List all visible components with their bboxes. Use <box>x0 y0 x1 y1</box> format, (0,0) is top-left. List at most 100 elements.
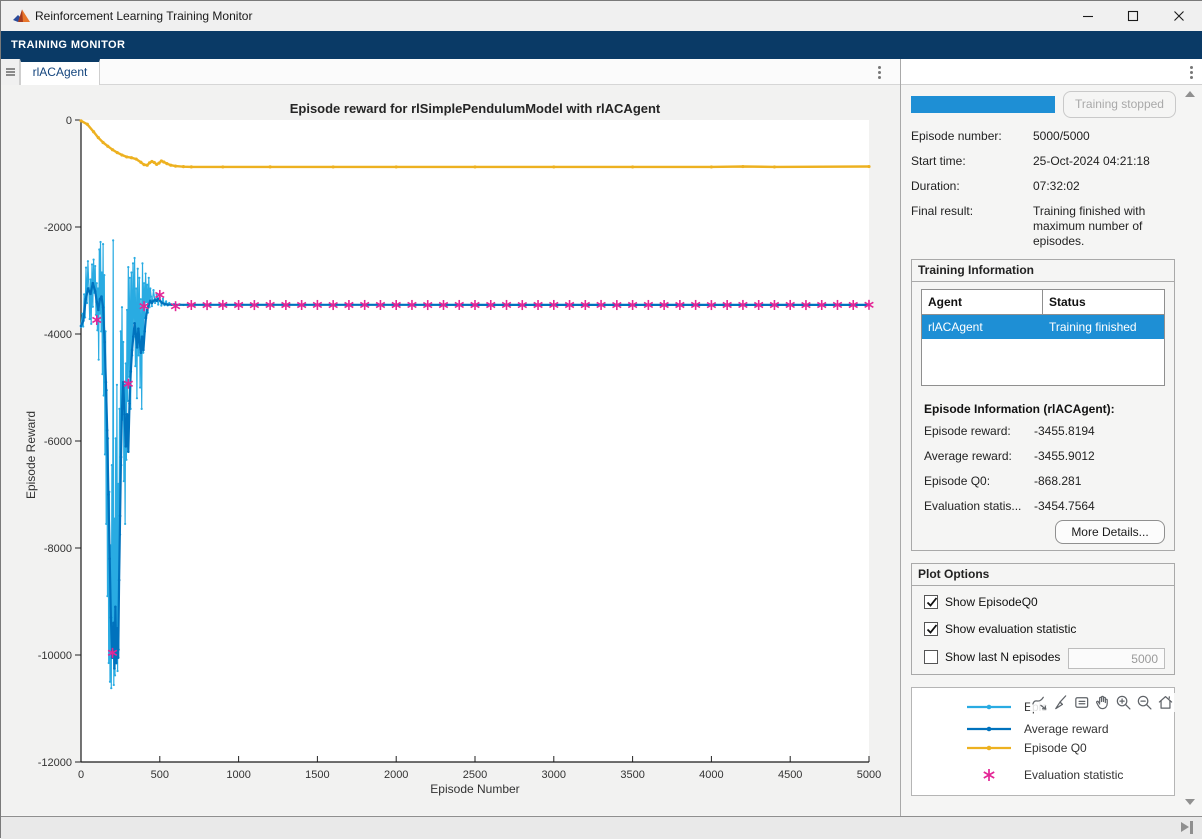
average-reward-value: -3455.9012 <box>1034 449 1095 463</box>
table-row[interactable]: rlACAgent Training finished <box>922 315 1164 339</box>
show-episodeq0-option[interactable]: Show EpisodeQ0 <box>924 595 1038 609</box>
average-reward-line-sample <box>965 720 1013 738</box>
tab-rlacagent[interactable]: rlACAgent <box>20 59 100 85</box>
show-episodeq0-label: Show EpisodeQ0 <box>945 595 1038 609</box>
chart-ylabel: Episode Reward <box>24 395 38 515</box>
svg-text:0: 0 <box>66 115 72 127</box>
final-result-value: Training finished with maximum number of… <box>1033 204 1183 249</box>
chart-xlabel: Episode Number <box>81 782 869 796</box>
svg-text:1000: 1000 <box>226 769 250 781</box>
zoom-in-icon[interactable] <box>1114 693 1133 712</box>
tab-list-icon <box>6 67 15 78</box>
datatips-icon[interactable] <box>1072 693 1091 712</box>
evaluation-statistic-marker-sample <box>965 766 1013 784</box>
toolstrip: TRAINING MONITOR <box>1 31 1202 59</box>
show-evaluation-statistic-checkbox[interactable] <box>924 622 938 636</box>
scroll-up-icon[interactable] <box>1185 91 1195 97</box>
scroll-down-icon[interactable] <box>1185 799 1195 805</box>
agent-cell: rlACAgent <box>922 315 1043 339</box>
minimize-button[interactable] <box>1071 1 1105 31</box>
window-title: Reinforcement Learning Training Monitor <box>35 1 252 31</box>
agent-column-header: Agent <box>922 290 1043 314</box>
legend-panel: Epis Average reward Episode Q0 Evaluatio… <box>911 687 1175 796</box>
status-column-header: Status <box>1043 290 1164 314</box>
svg-text:-4000: -4000 <box>44 329 72 341</box>
close-button[interactable] <box>1162 1 1196 31</box>
plot-options-section: Plot Options Show EpisodeQ0 Show evaluat… <box>911 563 1175 675</box>
final-result-label: Final result: <box>911 204 973 218</box>
chart-title: Episode reward for rlSimplePendulumModel… <box>81 101 869 116</box>
svg-text:-10000: -10000 <box>38 650 72 662</box>
last-n-episodes-input[interactable] <box>1068 648 1165 669</box>
show-last-n-episodes-label: Show last N episodes <box>945 650 1060 664</box>
status-cell: Training finished <box>1043 315 1164 339</box>
svg-text:-6000: -6000 <box>44 436 72 448</box>
axes-toolbar <box>1030 693 1175 712</box>
svg-text:3500: 3500 <box>620 769 644 781</box>
tab-list-button[interactable] <box>1 59 20 85</box>
svg-text:500: 500 <box>151 769 169 781</box>
pan-icon[interactable] <box>1093 693 1112 712</box>
episode-q0-legend-label: Episode Q0 <box>1024 741 1087 755</box>
episode-q0-label: Episode Q0: <box>924 474 1036 488</box>
chart-panel: 0 500 1000 1500 2000 2500 3000 3500 4000 4500 5000… <box>1 85 900 815</box>
zoom-out-icon[interactable] <box>1135 693 1154 712</box>
toolstrip-tab-training-monitor[interactable]: TRAINING MONITOR <box>11 31 125 59</box>
more-details-button[interactable]: More Details... <box>1055 520 1165 544</box>
table-header-row: Agent Status <box>922 290 1164 315</box>
agent-status-table: Agent Status rlACAgent Training finished <box>921 289 1165 386</box>
average-reward-legend-label: Average reward <box>1024 722 1109 736</box>
evaluation-statistic-legend-label: Evaluation statistic <box>1024 768 1123 782</box>
svg-text:-8000: -8000 <box>44 543 72 555</box>
show-last-n-episodes-option[interactable]: Show last N episodes <box>924 650 1060 664</box>
svg-text:3000: 3000 <box>542 769 566 781</box>
brush-icon[interactable] <box>1051 693 1070 712</box>
document-tab-strip <box>1 59 900 85</box>
show-evaluation-statistic-option[interactable]: Show evaluation statistic <box>924 622 1076 636</box>
evaluation-statistic-label: Evaluation statis... <box>924 499 1036 513</box>
start-time-label: Start time: <box>911 154 966 168</box>
training-information-title: Training Information <box>912 260 1174 282</box>
app-window: { "window": { "title": "Reinforcement Le… <box>0 0 1202 838</box>
training-progress-bar-fill <box>911 96 1055 113</box>
svg-text:0: 0 <box>78 769 84 781</box>
reward-plot: 0 500 1000 1500 2000 2500 3000 3500 4000 4500 5000… <box>1 85 900 815</box>
training-progress-bar <box>911 96 1055 113</box>
episode-reward-value: -3455.8194 <box>1034 424 1095 438</box>
horizontal-scrollbar[interactable] <box>1 816 1202 839</box>
panel-options-kebab-icon[interactable] <box>1181 62 1201 82</box>
episode-q0-line-sample <box>965 739 1013 757</box>
matlab-logo-icon <box>11 7 31 25</box>
svg-text:5000: 5000 <box>857 769 881 781</box>
show-evaluation-statistic-label: Show evaluation statistic <box>945 622 1076 636</box>
svg-text:2500: 2500 <box>463 769 487 781</box>
svg-text:2000: 2000 <box>384 769 408 781</box>
episode-number-value: 5000/5000 <box>1033 129 1090 143</box>
episode-reward-label: Episode reward: <box>924 424 1036 438</box>
show-last-n-episodes-checkbox[interactable] <box>924 650 938 664</box>
episode-q0-value: -868.281 <box>1034 474 1081 488</box>
maximize-button[interactable] <box>1116 1 1150 31</box>
svg-text:4500: 4500 <box>778 769 802 781</box>
training-stopped-button[interactable]: Training stopped <box>1063 91 1176 118</box>
duration-label: Duration: <box>911 179 960 193</box>
start-time-value: 25-Oct-2024 04:21:18 <box>1033 154 1150 168</box>
export-icon[interactable] <box>1030 693 1049 712</box>
plot-options-title: Plot Options <box>912 564 1174 586</box>
legend-item-episode-q0: Episode Q0 <box>912 739 1174 757</box>
legend-item-average-reward: Average reward <box>912 720 1174 738</box>
evaluation-statistic-value: -3454.7564 <box>1034 499 1095 513</box>
average-reward-label: Average reward: <box>924 449 1036 463</box>
tab-options-kebab-icon[interactable] <box>869 62 889 82</box>
training-progress-header: Training Progress <box>901 59 1202 85</box>
svg-text:-2000: -2000 <box>44 222 72 234</box>
show-episodeq0-checkbox[interactable] <box>924 595 938 609</box>
restore-view-icon[interactable] <box>1156 693 1175 712</box>
svg-text:4000: 4000 <box>699 769 723 781</box>
episode-number-label: Episode number: <box>911 129 1002 143</box>
episode-reward-line-sample <box>965 698 1013 716</box>
svg-text:1500: 1500 <box>305 769 329 781</box>
legend-item-evaluation-statistic: Evaluation statistic <box>912 766 1174 784</box>
scroll-right-end-icon[interactable] <box>1181 821 1195 834</box>
episode-information-title: Episode Information (rlACAgent): <box>924 402 1115 416</box>
